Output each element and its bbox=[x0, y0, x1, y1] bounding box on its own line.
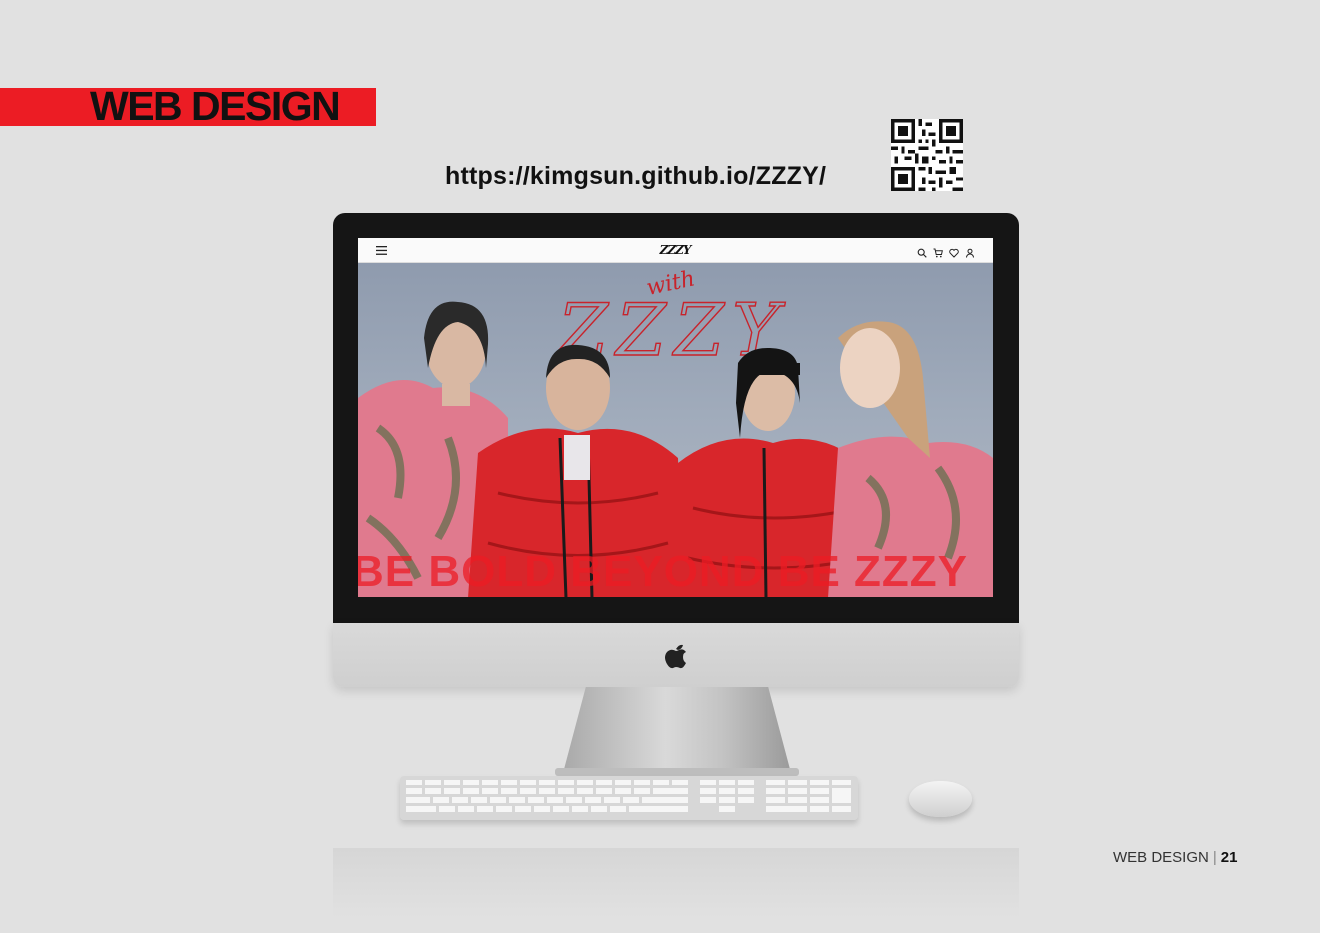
site-logo[interactable]: ZZZY bbox=[658, 242, 692, 259]
site-nav-bar: ZZZY bbox=[358, 238, 993, 263]
website-screen: ZZZY with ZZZY BE BOLD BEYOND BE ZZZY bbox=[358, 238, 993, 597]
footer-section: WEB DESIGN bbox=[1113, 849, 1209, 866]
imac-stand bbox=[563, 687, 791, 773]
mouse bbox=[909, 781, 972, 817]
heart-icon[interactable] bbox=[949, 245, 959, 258]
page-title: WEB DESIGN bbox=[90, 83, 341, 129]
search-icon[interactable] bbox=[917, 245, 927, 258]
hero-slogan: BE BOLD BEYOND BE ZZZY bbox=[358, 547, 969, 596]
floor-reflection bbox=[333, 848, 1019, 918]
nav-icon-group bbox=[917, 245, 975, 258]
cart-icon[interactable] bbox=[933, 245, 943, 258]
imac-stand-foot bbox=[555, 768, 799, 776]
user-icon[interactable] bbox=[965, 245, 975, 258]
qr-code-icon bbox=[891, 119, 963, 191]
menu-icon[interactable] bbox=[376, 246, 387, 255]
hero-banner: with ZZZY BE BOLD BEYOND BE ZZZY bbox=[358, 263, 993, 597]
keyboard bbox=[400, 776, 858, 820]
apple-logo-icon bbox=[665, 644, 686, 669]
page-number: 21 bbox=[1220, 849, 1238, 866]
site-url-link[interactable]: https://kimgsun.github.io/ZZZY/ bbox=[445, 160, 826, 192]
footer-separator: | bbox=[1212, 849, 1217, 866]
page-footer: WEB DESIGN | 21 bbox=[1113, 849, 1237, 867]
